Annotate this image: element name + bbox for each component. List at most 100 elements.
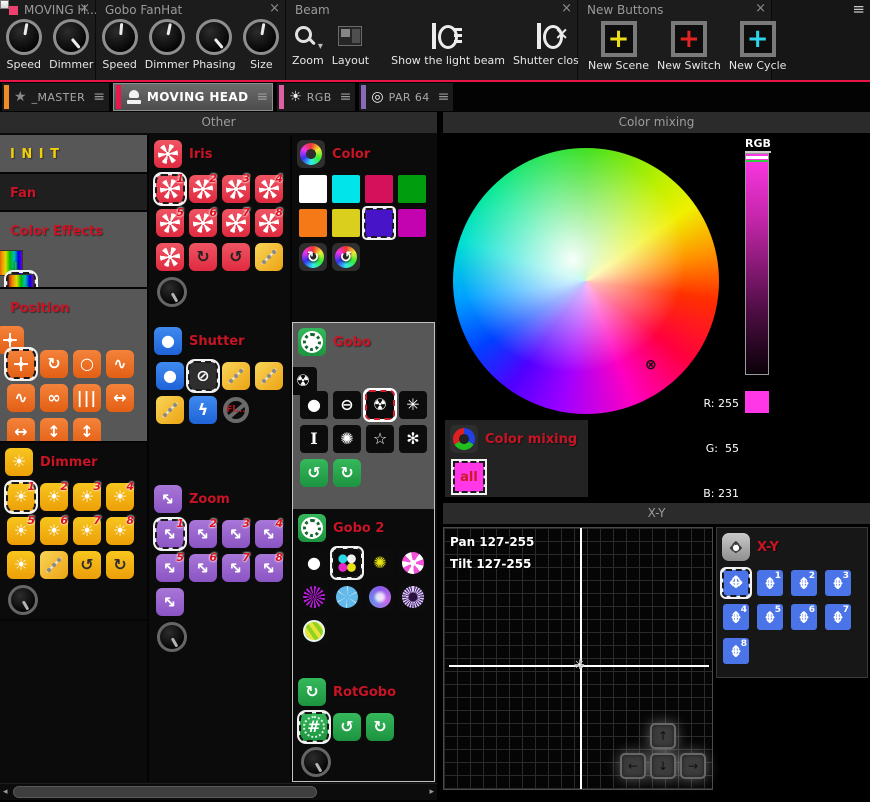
rotgobo-knob[interactable] [301, 747, 331, 777]
bars-tile[interactable]: ||| [73, 384, 101, 412]
aperture-tile[interactable]: 1 [156, 175, 184, 203]
fader-tile[interactable] [222, 362, 250, 390]
color-swatch-green[interactable] [398, 175, 426, 203]
color-label[interactable]: Color [332, 147, 370, 162]
wheel-ccw-tile[interactable] [332, 243, 360, 271]
tab-menu-icon[interactable]: ≡ [340, 89, 352, 105]
rainbow-tile[interactable] [7, 273, 35, 289]
rot-cw-tile[interactable]: ↻ [106, 551, 134, 579]
horizontal-scrollbar[interactable]: ◂ ▸ [0, 783, 437, 800]
xy-cross-tile[interactable]: ↔↕1 [757, 570, 783, 596]
color-effects-label[interactable]: Color Effects [10, 224, 103, 239]
sun-tile[interactable]: ☀1 [7, 483, 35, 511]
xy-cross-tile[interactable]: ↔↕2 [791, 570, 817, 596]
position-label[interactable]: Position [10, 301, 70, 316]
h-move-tile[interactable]: ↔ [106, 384, 134, 412]
xy-cross-tile[interactable]: ↔↕8 [723, 638, 749, 664]
xy-cross-tile[interactable]: ↔↕6 [791, 604, 817, 630]
sun-tile[interactable]: ☀6 [40, 517, 68, 545]
xy-cross-tile[interactable]: ↔↕ [723, 570, 749, 596]
g2-rays-tile[interactable] [300, 583, 328, 611]
new-buttons-panel-close-icon[interactable]: × [755, 1, 766, 16]
zoom-arrow-tile[interactable]: ↔2 [189, 520, 217, 548]
rotgobo-header-icon[interactable]: ↻ [298, 678, 326, 706]
star-open-tile[interactable]: ☆ [366, 425, 394, 453]
g2-pink-tile[interactable] [399, 549, 427, 577]
dots-ring-tile[interactable]: ✳ [399, 391, 427, 419]
rot-cw-tile[interactable]: ↻ [189, 243, 217, 271]
circle-tile[interactable]: ○ [73, 350, 101, 378]
arrow-key-right[interactable]: → [680, 753, 706, 779]
gobo-label[interactable]: Gobo [333, 335, 371, 350]
scroll-right-icon[interactable]: ▸ [429, 787, 434, 797]
pinwheel-tile[interactable]: ✺ [333, 425, 361, 453]
arrow-key-left[interactable]: ← [620, 753, 646, 779]
fan-label[interactable]: Fan [0, 174, 147, 201]
wave-tile[interactable]: ∿ [7, 384, 35, 412]
new-switch-button[interactable]: +New Switch [657, 21, 721, 72]
circle-f-tile[interactable]: ● [300, 549, 328, 577]
xy-cross-tile[interactable]: ↔↕5 [757, 604, 783, 630]
g2-swirl-tile[interactable] [366, 583, 394, 611]
dots4-tile[interactable] [333, 549, 361, 577]
moving-head-panel-close-icon[interactable]: × [79, 1, 90, 16]
minus-circle-tile[interactable]: ⊖ [333, 391, 361, 419]
h-move-tile[interactable]: ↔ [7, 418, 35, 443]
zoom-arrow-tile[interactable]: ↔ [156, 588, 184, 616]
layout-tool[interactable]: Layout [332, 20, 369, 67]
rot-ccw-tile[interactable]: ↺ [222, 243, 250, 271]
zoom-arrow-tile[interactable]: ↔8 [255, 554, 283, 582]
rot-cw-tile[interactable]: ↻ [333, 459, 361, 487]
gobo-header-icon[interactable] [298, 328, 326, 356]
zoom-tool[interactable]: ▾Zoom [292, 20, 324, 67]
zoom-label[interactable]: Zoom [189, 492, 230, 507]
aperture-tile[interactable]: 2 [189, 175, 217, 203]
xy-cross-tile[interactable]: ↔↕3 [825, 570, 851, 596]
rot-ccw-tile[interactable]: ↺ [333, 713, 361, 741]
arrow-key-down[interactable]: ↓ [650, 753, 676, 779]
color-swatch-orange[interactable] [299, 209, 327, 237]
zoom-header-icon[interactable]: ↔ [154, 485, 182, 513]
arrow-key-up[interactable]: ↑ [650, 723, 676, 749]
rgb-slider[interactable] [745, 153, 769, 375]
aperture-tile[interactable]: 5 [156, 209, 184, 237]
wheel-cw-tile[interactable] [299, 243, 327, 271]
fixture-tab-moving-head[interactable]: MOVING HEAD≡ [113, 83, 273, 111]
fader-tile[interactable] [156, 396, 184, 424]
g2-burst-tile[interactable] [399, 583, 427, 611]
rot-cw-tile[interactable]: ↻ [366, 713, 394, 741]
hash-gobo-tile[interactable]: # [300, 713, 328, 741]
sun-tile[interactable]: ☀5 [7, 517, 35, 545]
scrollbar-thumb[interactable] [13, 786, 317, 798]
sun-tile[interactable]: ☀7 [73, 517, 101, 545]
tab-menu-icon[interactable]: ≡ [93, 89, 105, 105]
sun-tile[interactable]: ☀8 [106, 517, 134, 545]
init-label[interactable]: I N I T [0, 135, 147, 162]
fixture-tab-master[interactable]: ★_MASTER≡ [2, 83, 109, 111]
aperture-tile[interactable] [156, 243, 184, 271]
zoom-arrow-tile[interactable]: ↔1 [156, 520, 184, 548]
all-color-preset[interactable]: all [454, 462, 484, 492]
fan-tile[interactable]: ☢ [366, 391, 394, 419]
wave-arrow-tile[interactable]: ∿ [106, 350, 134, 378]
dimmer-header-icon[interactable]: ☀ [5, 448, 33, 476]
color-mixing-section-label[interactable]: Color mixing [485, 432, 577, 447]
tab-menu-icon[interactable]: ≡ [256, 89, 268, 105]
rgb-slider-marker[interactable] [746, 156, 768, 159]
fader-tile[interactable] [40, 551, 68, 579]
aperture-tile[interactable]: 8 [255, 209, 283, 237]
tab-menu-icon[interactable]: ≡ [438, 89, 450, 105]
color-swatch-magenta[interactable] [398, 209, 426, 237]
infinity-tile[interactable]: ∞ [40, 384, 68, 412]
xy-cross-tile[interactable]: ↔↕4 [723, 604, 749, 630]
lightning-tile[interactable]: ϟ [189, 396, 217, 424]
sun-tile[interactable]: ☀3 [73, 483, 101, 511]
circle-f-tile[interactable]: ● [300, 391, 328, 419]
color-swatch-yellow[interactable] [332, 209, 360, 237]
phasing-knob[interactable] [196, 19, 232, 55]
show-light-beam-tool[interactable]: Show the light beam [391, 20, 505, 67]
zoom-arrow-tile[interactable]: ↔5 [156, 554, 184, 582]
dimmer-knob[interactable] [8, 585, 38, 615]
v-move-arrow-tile[interactable]: ↕ [73, 418, 101, 443]
i-beam-tile[interactable]: I [300, 425, 328, 453]
